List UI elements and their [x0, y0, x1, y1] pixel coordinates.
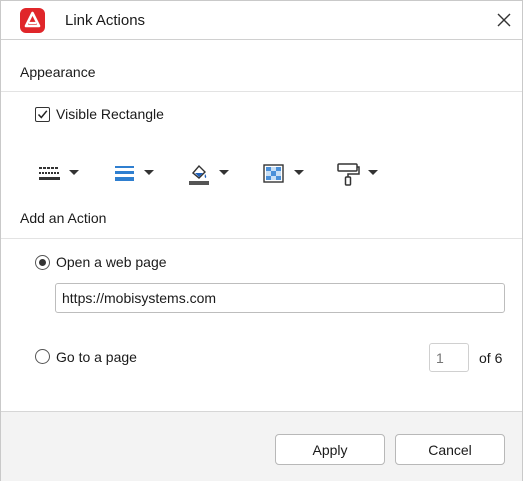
border-style-icon: [39, 167, 60, 180]
highlight-mode-dropdown[interactable]: [263, 161, 307, 185]
cancel-button[interactable]: Cancel: [395, 434, 505, 465]
page-number-input[interactable]: [429, 343, 469, 372]
open-web-page-radio[interactable]: [35, 255, 50, 270]
paint-roller-dropdown[interactable]: [337, 161, 381, 186]
go-to-page-label: Go to a page: [56, 349, 137, 365]
apply-button[interactable]: Apply: [275, 434, 385, 465]
open-web-page-label: Open a web page: [56, 254, 167, 270]
highlight-mode-icon: [263, 164, 284, 183]
line-thickness-dropdown[interactable]: [114, 161, 158, 185]
appearance-section-title: Appearance: [20, 64, 96, 80]
dialog-title: Link Actions: [65, 12, 146, 29]
link-actions-dialog: Link Actions Appearance Visible Rectangl…: [0, 0, 523, 481]
chevron-down-icon: [294, 170, 304, 175]
checkmark-icon: [37, 110, 48, 119]
border-color-dropdown[interactable]: [188, 161, 232, 185]
chevron-down-icon: [144, 170, 154, 175]
radio-selected-dot: [39, 259, 46, 266]
paint-roller-icon: [337, 163, 360, 186]
chevron-down-icon: [368, 170, 378, 175]
page-count-label: of 6: [479, 350, 503, 366]
close-icon: [497, 13, 511, 27]
appearance-divider: [1, 91, 522, 92]
go-to-page-radio[interactable]: [35, 349, 50, 364]
dialog-footer: Apply Cancel: [1, 411, 522, 481]
app-logo-icon: [20, 8, 45, 33]
border-color-icon: [189, 164, 209, 185]
close-button[interactable]: [491, 8, 517, 32]
line-thickness-icon: [115, 166, 134, 181]
action-divider: [1, 238, 522, 239]
url-input[interactable]: [55, 283, 505, 313]
checkbox-box[interactable]: [35, 107, 50, 122]
chevron-down-icon: [219, 170, 229, 175]
chevron-down-icon: [69, 170, 79, 175]
add-action-section-title: Add an Action: [20, 210, 107, 226]
border-style-dropdown[interactable]: [38, 161, 82, 185]
visible-rectangle-label: Visible Rectangle: [56, 106, 164, 122]
title-bar: Link Actions: [1, 1, 522, 40]
